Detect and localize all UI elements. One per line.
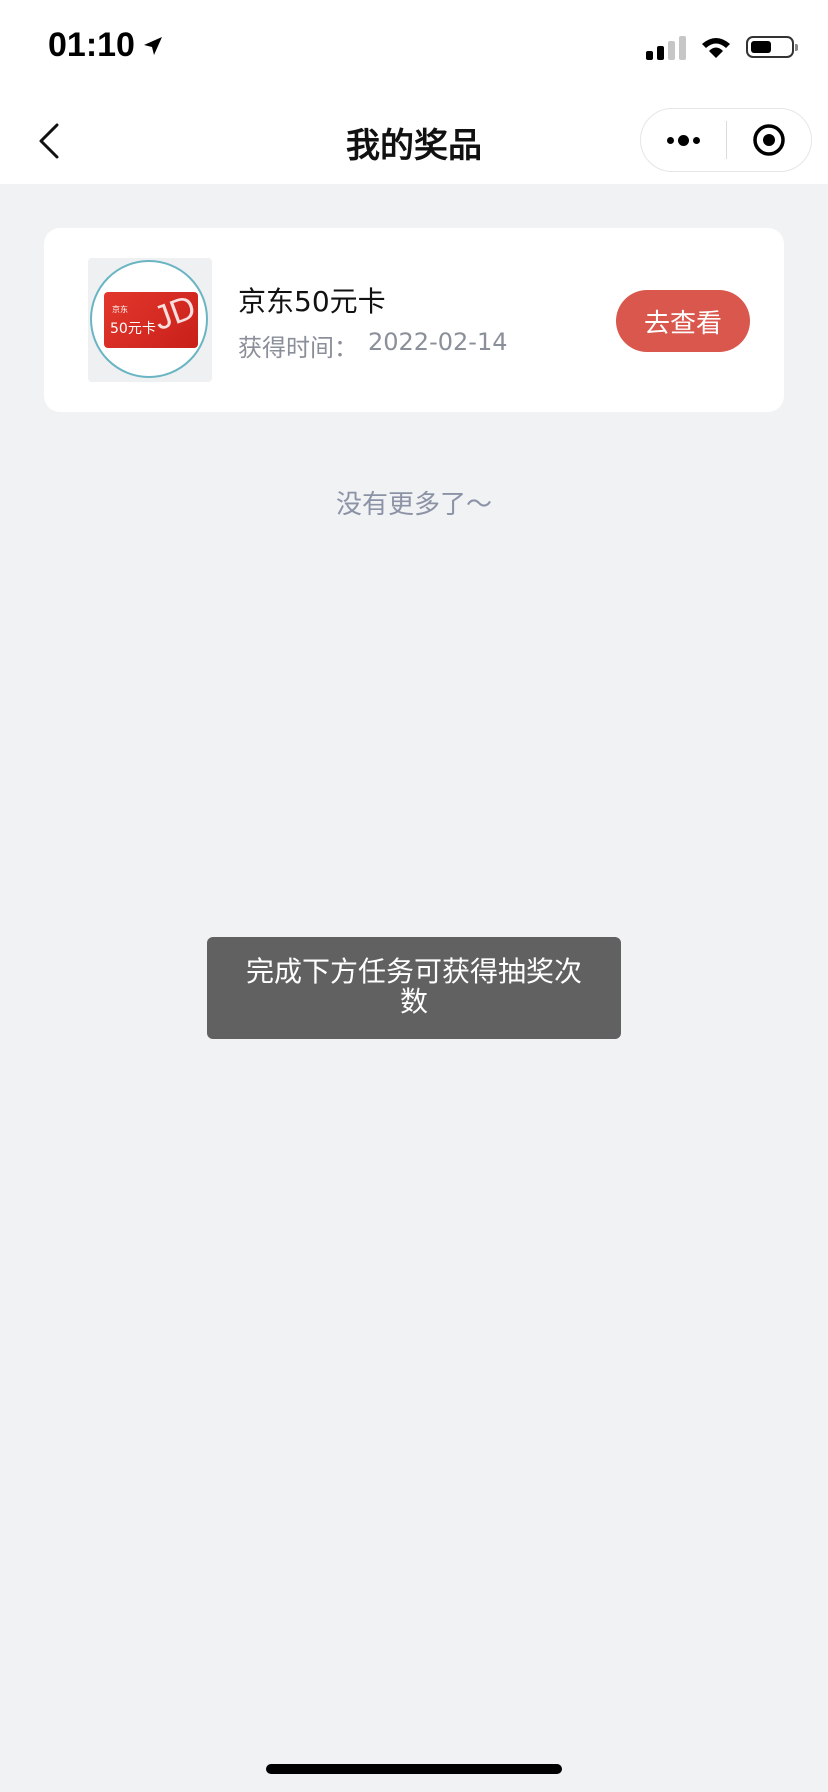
location-arrow-icon [143, 36, 162, 55]
card-brand-text: 京东 [112, 305, 128, 314]
mini-program-capsule [640, 108, 812, 172]
battery-icon [746, 36, 798, 58]
more-dots-icon [666, 134, 700, 146]
prize-image-circle: JD 京东 50元卡 [90, 260, 208, 378]
prize-name: 京东50元卡 [238, 285, 386, 318]
jd-gift-card-image: JD 京东 50元卡 [104, 292, 198, 348]
status-time: 01:10 [48, 26, 165, 65]
view-prize-button[interactable]: 去查看 [616, 290, 750, 352]
wifi-icon [702, 38, 730, 58]
more-button[interactable] [641, 109, 726, 171]
close-mini-program-button[interactable] [727, 109, 812, 171]
home-indicator [266, 1764, 562, 1774]
prize-time-value: 2022-02-14 [368, 328, 508, 356]
status-icons [646, 34, 798, 60]
prize-card: JD 京东 50元卡 京东50元卡 获得时间： 2022-02-14 去查看 [44, 228, 784, 412]
time-text: 01:10 [48, 26, 135, 64]
prize-time: 获得时间： 2022-02-14 [238, 328, 507, 363]
jd-logo-text: JD [149, 292, 198, 338]
card-amount-text: 50元卡 [110, 321, 156, 337]
list-end-text: 没有更多了～ [335, 490, 492, 520]
signal-icon [646, 34, 686, 60]
target-circle-icon [753, 124, 785, 156]
prize-time-label: 获得时间： [238, 334, 358, 362]
prize-thumbnail: JD 京东 50元卡 [88, 258, 212, 382]
toast-message: 完成下方任务可获得抽奖次数 [207, 937, 621, 1039]
status-bar: 01:10 [0, 0, 828, 98]
navigation-bar: 我的奖品 [0, 98, 828, 184]
